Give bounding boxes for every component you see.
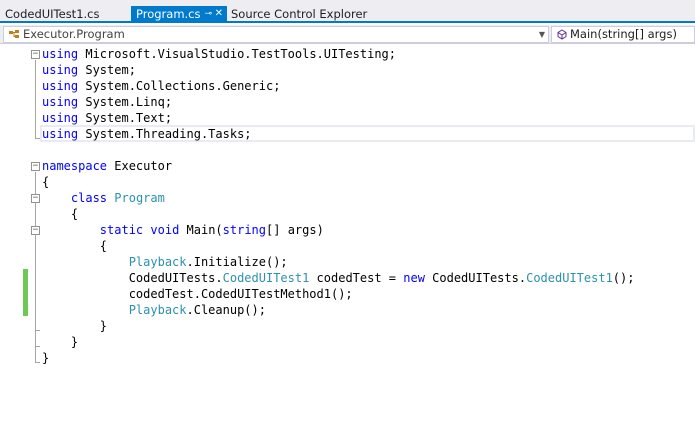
- pin-icon[interactable]: ⊸: [204, 6, 212, 22]
- code-token: {: [42, 207, 79, 221]
- code-line[interactable]: CodedUITests.CodedUITest1 codedTest = ne…: [42, 270, 635, 286]
- code-keyword: using: [42, 63, 79, 77]
- code-type-name: CodedUITest1: [222, 271, 310, 285]
- code-line[interactable]: Playback.Initialize();: [42, 254, 288, 270]
- code-line[interactable]: Playback.Cleanup();: [42, 302, 266, 318]
- code-token: System;: [78, 63, 136, 77]
- code-keyword: namespace: [42, 159, 108, 173]
- code-type-name: Playback: [128, 255, 187, 269]
- code-type-name: CodedUITest1: [526, 271, 613, 285]
- code-token: .Initialize();: [186, 255, 288, 269]
- code-line[interactable]: namespace Executor: [42, 158, 172, 174]
- code-keyword: void: [150, 223, 180, 237]
- code-token: }: [42, 335, 79, 349]
- code-line[interactable]: class Program: [42, 190, 165, 206]
- code-line[interactable]: using Microsoft.VisualStudio.TestTools.U…: [42, 46, 396, 62]
- code-token: {: [42, 175, 50, 189]
- tab-codeduitest1[interactable]: CodedUITest1.cs: [0, 6, 104, 23]
- code-line[interactable]: }: [42, 334, 78, 350]
- code-token: System.Threading.Tasks;: [78, 127, 252, 141]
- code-keyword: using: [42, 111, 79, 125]
- code-token: System.Linq;: [78, 95, 173, 109]
- code-token: codedTest =: [309, 271, 404, 285]
- member-dropdown-value: Main(string[] args): [570, 27, 677, 41]
- fold-toggle-usings[interactable]: −: [31, 50, 40, 59]
- code-line[interactable]: codedTest.CodedUITestMethod1();: [42, 286, 353, 302]
- fold-toggle-method[interactable]: −: [31, 226, 40, 235]
- code-keyword: class: [70, 191, 108, 205]
- code-token: .Cleanup();: [186, 303, 266, 317]
- code-token: }: [42, 319, 108, 333]
- fold-guide-end: [35, 330, 40, 331]
- code-type-name: Playback: [128, 303, 187, 317]
- type-dropdown-value: Executor.Program: [23, 27, 125, 41]
- code-keyword: using: [42, 127, 79, 141]
- code-keyword: using: [42, 47, 79, 61]
- member-dropdown[interactable]: Main(string[] args): [551, 26, 695, 43]
- chevron-down-icon: ▼: [538, 30, 545, 39]
- code-token: CodedUITests.: [42, 271, 223, 285]
- code-line[interactable]: using System.Text;: [42, 110, 172, 126]
- code-line[interactable]: {: [42, 206, 78, 222]
- code-line[interactable]: using System.Linq;: [42, 94, 172, 110]
- code-token: codedTest.CodedUITestMethod1();: [42, 287, 353, 301]
- code-line[interactable]: {: [42, 238, 107, 254]
- fold-toggle-namespace[interactable]: −: [31, 162, 40, 171]
- code-keyword: static: [99, 223, 144, 237]
- code-line[interactable]: }: [42, 318, 107, 334]
- code-type-name: Program: [114, 191, 165, 205]
- class-icon: [8, 29, 20, 42]
- fold-guide-end: [35, 362, 40, 363]
- code-line[interactable]: using System.Threading.Tasks;: [42, 126, 252, 142]
- tab-label: Program.cs: [136, 7, 201, 21]
- code-keyword: using: [42, 95, 79, 109]
- tab-label: CodedUITest1.cs: [5, 7, 100, 21]
- code-token: [] args): [266, 223, 324, 237]
- change-marker: [23, 269, 28, 316]
- code-token: CodedUITests.: [424, 271, 527, 285]
- code-keyword: using: [42, 79, 79, 93]
- code-line[interactable]: using System;: [42, 62, 136, 78]
- code-token: System.Text;: [78, 111, 173, 125]
- code-token: {: [42, 239, 108, 253]
- navigation-bar: Executor.Program ▼ Main(string[] args): [0, 25, 695, 44]
- tab-program[interactable]: Program.cs ⊸ ✕: [131, 6, 227, 23]
- code-keyword: new: [403, 271, 425, 285]
- code-line[interactable]: using System.Collections.Generic;: [42, 78, 280, 94]
- tab-source-control-explorer[interactable]: Source Control Explorer: [226, 6, 372, 23]
- code-token: Executor: [107, 159, 173, 173]
- code-line[interactable]: {: [42, 174, 49, 190]
- editor-gutter: − − − −: [0, 45, 40, 446]
- code-editor[interactable]: − − − − using Microsoft.VisualStudio.Tes…: [0, 45, 695, 446]
- code-keyword: string: [222, 223, 267, 237]
- fold-toggle-class[interactable]: −: [31, 194, 40, 203]
- code-line[interactable]: }: [42, 350, 49, 366]
- code-token: System.Collections.Generic;: [78, 79, 281, 93]
- fold-guide-end: [35, 346, 40, 347]
- code-line[interactable]: static void Main(string[] args): [42, 222, 324, 238]
- code-token: Microsoft.VisualStudio.TestTools.UITesti…: [78, 47, 397, 61]
- document-tab-strip: CodedUITest1.cs Program.cs ⊸ ✕ Source Co…: [0, 0, 695, 23]
- close-icon[interactable]: ✕: [215, 6, 223, 22]
- code-token: Main(: [179, 223, 223, 237]
- code-token: }: [42, 351, 50, 365]
- fold-guide: [35, 60, 36, 138]
- tab-label: Source Control Explorer: [231, 7, 368, 21]
- method-icon: [556, 29, 568, 42]
- code-token: ();: [612, 271, 635, 285]
- type-dropdown[interactable]: Executor.Program ▼: [3, 26, 549, 43]
